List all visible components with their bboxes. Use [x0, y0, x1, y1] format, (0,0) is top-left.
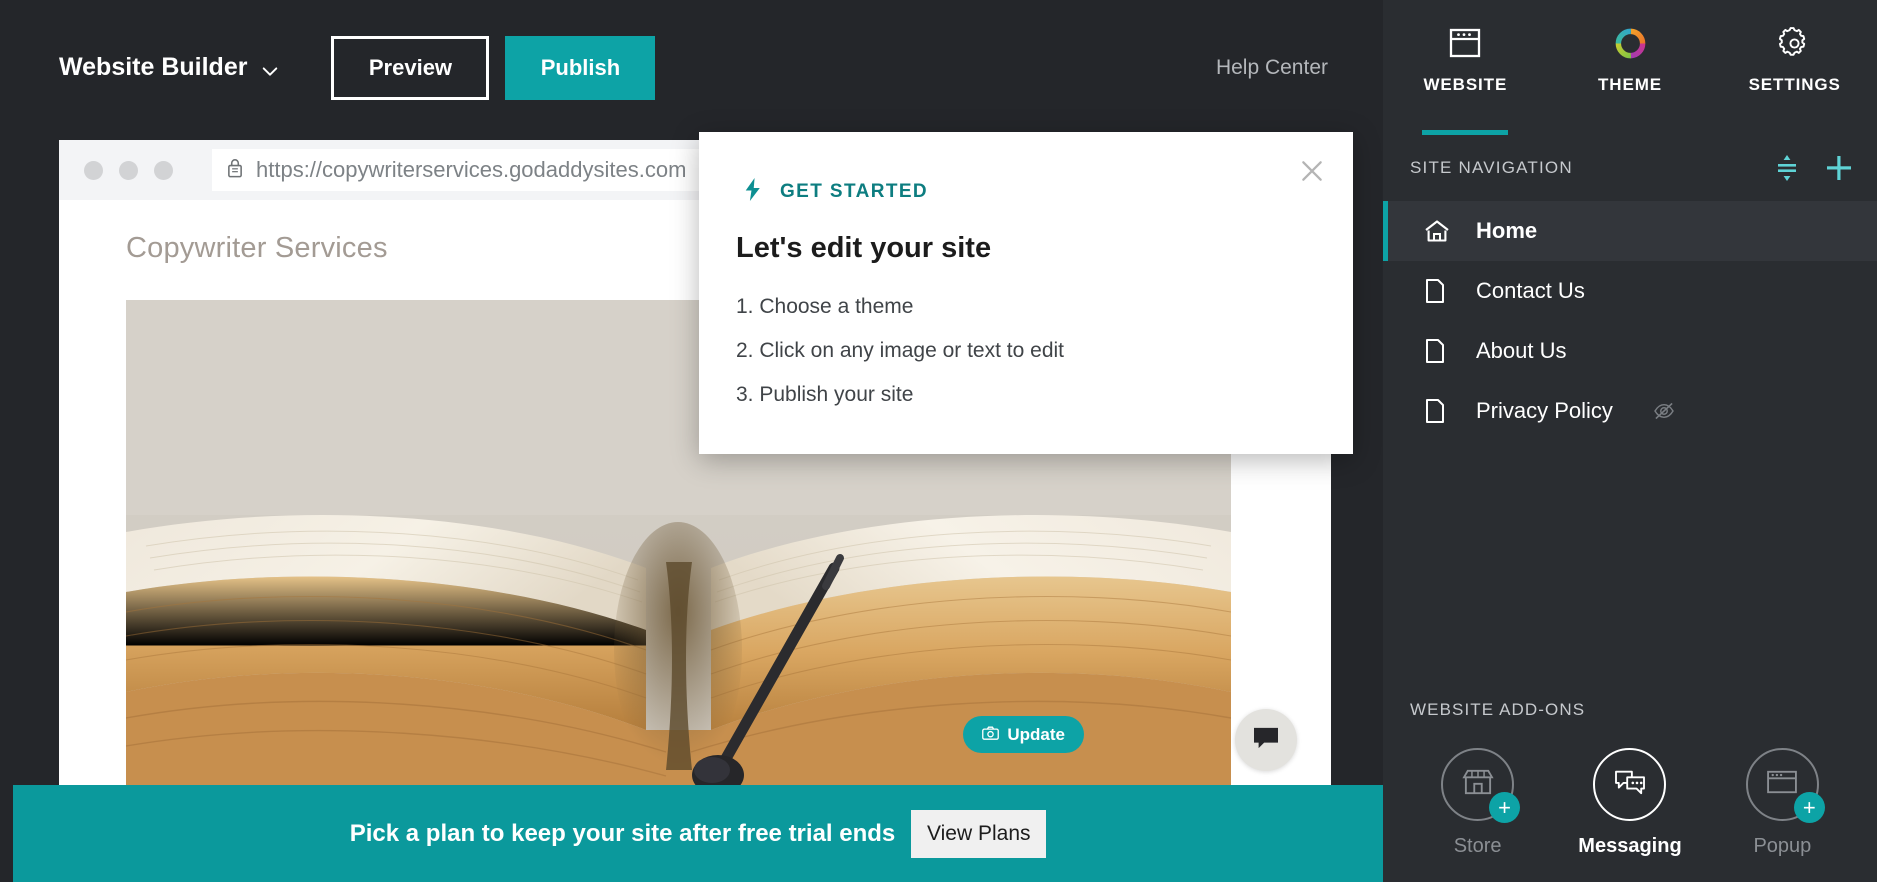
- addon-popup-label: Popup: [1753, 835, 1812, 857]
- window-dot: [154, 160, 173, 180]
- addon-popup-circle: +: [1745, 748, 1825, 823]
- addon-store-add-badge[interactable]: +: [1489, 792, 1521, 823]
- url-text: https://copywriterservices.godaddysites.…: [256, 157, 687, 182]
- storefront-icon: [1461, 768, 1494, 801]
- modal-eyebrow-label: GET STARTED: [780, 181, 929, 202]
- addon-messaging-circle: [1593, 748, 1667, 821]
- chat-widget-button[interactable]: [1235, 709, 1297, 771]
- addon-store[interactable]: + Store: [1441, 748, 1521, 858]
- update-image-button[interactable]: Update: [963, 716, 1084, 753]
- website-builder-app: Website Builder Preview Publish Help Cen…: [0, 0, 1877, 882]
- addon-messaging-label: Messaging: [1578, 835, 1682, 857]
- addon-messaging[interactable]: Messaging: [1578, 748, 1682, 858]
- modal-eyebrow: GET STARTED: [743, 177, 928, 207]
- sidebar-item-label: Home: [1476, 218, 1538, 243]
- sidebar-item-about-us[interactable]: About Us: [1383, 321, 1877, 381]
- modal-step: 1. Choose a theme: [736, 295, 914, 318]
- sidebar-item-label: About Us: [1476, 338, 1567, 363]
- top-toolbar: Website Builder Preview Publish Help Cen…: [0, 0, 1383, 135]
- get-started-modal: GET STARTED Let's edit your site 1. Choo…: [699, 132, 1353, 454]
- color-wheel-icon: [1614, 27, 1647, 59]
- tab-website-label: WEBSITE: [1423, 75, 1508, 94]
- site-navigation-actions: [1772, 153, 1854, 183]
- chevron-down-icon: [261, 59, 279, 77]
- update-label: Update: [1007, 724, 1065, 744]
- close-icon[interactable]: [1295, 154, 1329, 188]
- preview-button[interactable]: Preview: [331, 35, 490, 100]
- sidebar-item-label: Contact Us: [1476, 278, 1585, 303]
- right-side-panel: WEBSITE THEME SETTINGS SITE NAVIGATION H…: [1383, 0, 1877, 882]
- modal-steps-list: 1. Choose a theme 2. Click on any image …: [736, 295, 1064, 407]
- sidebar-item-privacy-policy[interactable]: Privacy Policy: [1383, 381, 1877, 441]
- addon-popup-add-badge[interactable]: +: [1793, 792, 1825, 823]
- sidebar-item-contact-us[interactable]: Contact Us: [1383, 261, 1877, 321]
- website-addons-title: WEBSITE ADD-ONS: [1410, 700, 1586, 719]
- tab-theme-label: THEME: [1598, 75, 1662, 94]
- tab-website[interactable]: WEBSITE: [1383, 0, 1548, 135]
- browser-window-dots: [84, 160, 173, 180]
- window-dot: [84, 160, 103, 180]
- eye-slash-icon: [1653, 402, 1675, 420]
- chat-bubble-icon: [1252, 726, 1280, 755]
- lightning-bolt-icon: [743, 177, 762, 207]
- tab-settings[interactable]: SETTINGS: [1712, 0, 1877, 135]
- popup-window-icon: [1766, 769, 1798, 800]
- free-trial-banner: Pick a plan to keep your site after free…: [13, 785, 1383, 882]
- site-navigation-list: Home Contact Us About Us Privacy Policy: [1383, 201, 1877, 441]
- page-icon: [1424, 398, 1450, 424]
- page-icon: [1424, 278, 1450, 304]
- site-page-title[interactable]: Copywriter Services: [126, 232, 388, 265]
- sidebar-item-home[interactable]: Home: [1383, 201, 1877, 261]
- website-addons-row: + Store Messaging + Popup: [1383, 748, 1877, 858]
- window-dot: [119, 160, 138, 180]
- view-plans-button[interactable]: View Plans: [911, 809, 1047, 858]
- website-addons-section: WEBSITE ADD-ONS + Store Messaging + Popu…: [1383, 700, 1877, 882]
- modal-step: 3. Publish your site: [736, 383, 914, 406]
- panel-tab-bar: WEBSITE THEME SETTINGS: [1383, 0, 1877, 135]
- brand-menu[interactable]: Website Builder: [59, 53, 279, 82]
- addon-popup[interactable]: + Popup: [1745, 748, 1825, 858]
- modal-step: 2. Click on any image or text to edit: [736, 339, 1064, 362]
- reorder-icon[interactable]: [1772, 153, 1802, 183]
- tab-theme[interactable]: THEME: [1548, 0, 1713, 135]
- site-navigation-title: SITE NAVIGATION: [1410, 158, 1573, 177]
- plus-icon[interactable]: [1824, 153, 1854, 183]
- help-center-link[interactable]: Help Center: [1216, 56, 1328, 80]
- brand-label: Website Builder: [59, 53, 248, 81]
- camera-icon: [982, 725, 1000, 745]
- tab-settings-label: SETTINGS: [1748, 75, 1841, 94]
- trial-banner-message: Pick a plan to keep your site after free…: [349, 819, 896, 847]
- site-navigation-header: SITE NAVIGATION: [1383, 135, 1877, 201]
- addon-store-label: Store: [1453, 835, 1502, 857]
- page-icon: [1424, 338, 1450, 364]
- lock-icon: [226, 157, 244, 184]
- home-icon: [1424, 219, 1450, 243]
- sidebar-item-label: Privacy Policy: [1476, 398, 1613, 423]
- browser-window-icon: [1449, 27, 1481, 59]
- chat-bubbles-icon: [1614, 768, 1646, 801]
- addon-store-circle: +: [1441, 748, 1521, 823]
- modal-title: Let's edit your site: [736, 232, 992, 264]
- publish-button[interactable]: Publish: [505, 35, 656, 100]
- gear-icon: [1778, 26, 1811, 59]
